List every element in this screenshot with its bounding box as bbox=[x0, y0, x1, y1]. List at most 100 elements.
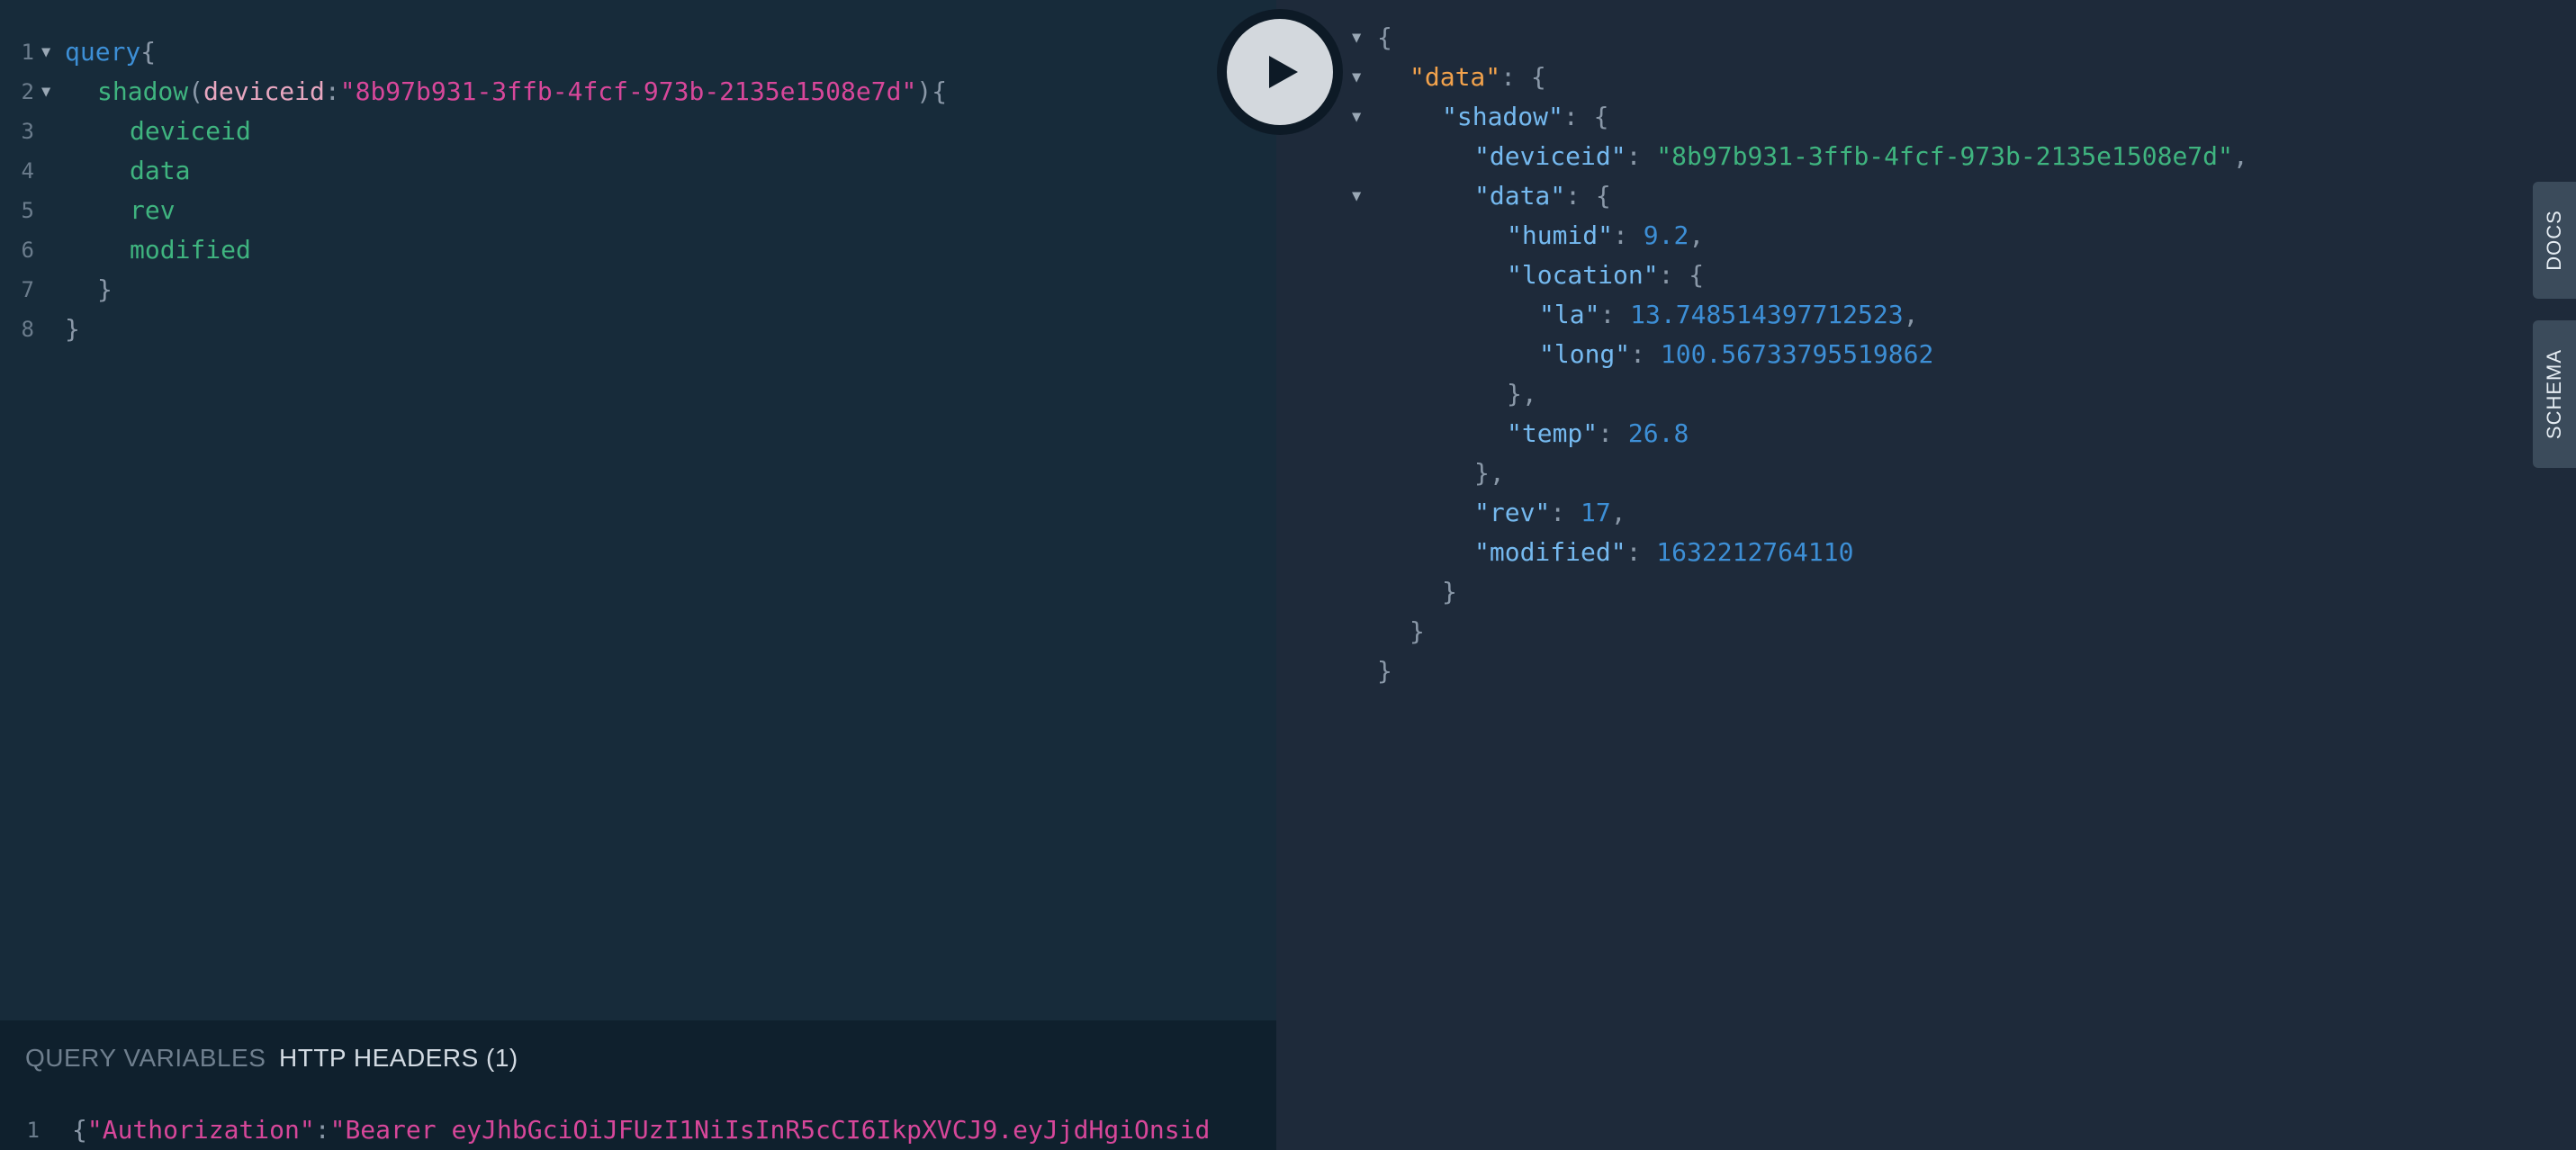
arg-value: "8b97b931-3ffb-4fcf-973b-2135e1508e7d" bbox=[339, 76, 917, 106]
json-line-shadow: "shadow": { bbox=[1442, 97, 1608, 137]
schema-tab[interactable]: SCHEMA bbox=[2533, 320, 2576, 468]
json-open-brace: { bbox=[1593, 102, 1609, 131]
open-brace: { bbox=[140, 37, 157, 67]
json-colon: : bbox=[1565, 181, 1596, 211]
close-brace: } bbox=[65, 314, 80, 344]
json-key-modified: "modified" bbox=[1474, 537, 1626, 567]
run-query-button[interactable] bbox=[1217, 9, 1343, 135]
http-headers-editor[interactable]: {"Authorization":"Bearer eyJhbGciOiJFUzI… bbox=[0, 1112, 1276, 1148]
json-key-inner-data: "data" bbox=[1474, 181, 1566, 211]
json-open-brace: { bbox=[1530, 62, 1546, 92]
play-icon bbox=[1269, 56, 1298, 88]
shadow-field: shadow bbox=[97, 76, 189, 106]
close-brace: } bbox=[97, 274, 113, 304]
json-open: { bbox=[1377, 22, 1392, 52]
line-number: 6 bbox=[21, 238, 34, 263]
json-colon: : bbox=[1630, 339, 1661, 369]
json-colon: : bbox=[1626, 537, 1657, 567]
json-line-inner-data: "data": { bbox=[1474, 176, 1611, 216]
json-colon: : bbox=[1598, 418, 1628, 448]
query-editor[interactable]: 1 ▼ query{ 2 ▼ shadow(deviceid:"8b97b931… bbox=[0, 0, 1276, 1150]
json-colon: : bbox=[1500, 62, 1531, 92]
field-modified: modified bbox=[130, 235, 251, 265]
field-data: data bbox=[130, 156, 191, 185]
fold-arrow-icon[interactable]: ▼ bbox=[1352, 58, 1361, 97]
json-comma: , bbox=[1610, 498, 1626, 527]
json-close-data: } bbox=[1410, 616, 1425, 646]
json-close-inner-data: }, bbox=[1474, 458, 1505, 488]
json-key-rev: "rev" bbox=[1474, 498, 1551, 527]
json-key-deviceid: "deviceid" bbox=[1474, 141, 1626, 171]
fold-arrow-icon[interactable]: ▼ bbox=[41, 72, 50, 112]
json-close-root: } bbox=[1377, 656, 1392, 686]
json-colon: : bbox=[1658, 260, 1689, 290]
json-key-location: "location" bbox=[1507, 260, 1659, 290]
json-open-brace: { bbox=[1689, 260, 1705, 290]
json-colon: : bbox=[1626, 141, 1657, 171]
json-colon: : bbox=[1550, 498, 1581, 527]
line-number: 4 bbox=[21, 158, 34, 184]
json-key-la: "la" bbox=[1539, 300, 1600, 329]
open-brace: { bbox=[932, 76, 948, 106]
json-line-humid: "humid": 9.2, bbox=[1507, 216, 1704, 256]
fold-arrow-icon[interactable]: ▼ bbox=[1352, 176, 1361, 216]
schema-tab-label: SCHEMA bbox=[2543, 348, 2565, 440]
result-panel: ▼ { ▼ "data": { ▼ "shadow": { "deviceid"… bbox=[1276, 0, 2576, 1150]
json-line-rev: "rev": 17, bbox=[1474, 493, 1626, 533]
json-line-data: "data": { bbox=[1410, 58, 1546, 97]
header-key: "Authorization" bbox=[86, 1115, 315, 1145]
json-colon: : bbox=[1563, 102, 1594, 131]
fold-arrow-icon[interactable]: ▼ bbox=[41, 32, 50, 72]
colon: : bbox=[324, 76, 340, 106]
json-close-shadow: } bbox=[1442, 577, 1457, 606]
json-key-data: "data" bbox=[1410, 62, 1501, 92]
line-number: 7 bbox=[21, 277, 34, 302]
json-value-modified: 1632212764110 bbox=[1656, 537, 1854, 567]
json-key-shadow: "shadow" bbox=[1442, 102, 1563, 131]
json-value-la: 13.748514397712523 bbox=[1630, 300, 1904, 329]
query-keyword: query bbox=[65, 37, 141, 67]
json-line-temp: "temp": 26.8 bbox=[1507, 414, 1689, 454]
json-line-la: "la": 13.748514397712523, bbox=[1539, 295, 1918, 335]
fold-arrow-icon[interactable]: ▼ bbox=[1352, 97, 1361, 137]
json-comma: , bbox=[1689, 220, 1705, 250]
line-number: 5 bbox=[21, 198, 34, 223]
json-comma: , bbox=[1903, 300, 1919, 329]
json-close-location: }, bbox=[1507, 379, 1537, 409]
json-colon: : bbox=[1613, 220, 1644, 250]
json-open-brace: { bbox=[1595, 181, 1611, 211]
docs-tab[interactable]: DOCS bbox=[2533, 182, 2576, 299]
json-value-temp: 26.8 bbox=[1627, 418, 1689, 448]
paren-close: ) bbox=[916, 76, 932, 106]
json-line-long: "long": 100.56733795519862 bbox=[1539, 335, 1933, 374]
json-colon: : bbox=[1599, 300, 1631, 329]
header-colon: : bbox=[314, 1115, 330, 1145]
json-key-long: "long" bbox=[1539, 339, 1631, 369]
header-value: "Bearer eyJhbGciOiJFUzI1NiIsInR5cCI6IkpX… bbox=[329, 1115, 1211, 1145]
json-key-temp: "temp" bbox=[1507, 418, 1599, 448]
arg-name: deviceid bbox=[203, 76, 325, 106]
line-number: 3 bbox=[21, 119, 34, 144]
json-line-deviceid: "deviceid": "8b97b931-3ffb-4fcf-973b-213… bbox=[1474, 137, 2248, 176]
json-key-humid: "humid" bbox=[1507, 220, 1614, 250]
tab-http-headers[interactable]: HTTP HEADERS (1) bbox=[279, 1044, 518, 1073]
code-line-2: shadow(deviceid:"8b97b931-3ffb-4fcf-973b… bbox=[97, 72, 947, 112]
fold-arrow-icon[interactable]: ▼ bbox=[1352, 18, 1361, 58]
line-number: 1 bbox=[21, 40, 34, 65]
paren-open: ( bbox=[188, 76, 204, 106]
docs-tab-label: DOCS bbox=[2543, 210, 2565, 271]
json-line-modified: "modified": 1632212764110 bbox=[1474, 533, 1853, 572]
json-line-location: "location": { bbox=[1507, 256, 1704, 295]
json-value-rev: 17 bbox=[1581, 498, 1611, 527]
tab-query-variables[interactable]: QUERY VARIABLES bbox=[25, 1044, 266, 1073]
line-number: 2 bbox=[21, 79, 34, 104]
json-value-deviceid: "8b97b931-3ffb-4fcf-973b-2135e1508e7d" bbox=[1656, 141, 2233, 171]
json-comma: , bbox=[2232, 141, 2248, 171]
run-button-face bbox=[1227, 19, 1333, 125]
field-deviceid: deviceid bbox=[130, 116, 251, 146]
field-rev: rev bbox=[130, 195, 176, 225]
line-number: 8 bbox=[21, 317, 34, 342]
code-line-1: query{ bbox=[65, 32, 156, 72]
json-value-humid: 9.2 bbox=[1643, 220, 1689, 250]
json-value-long: 100.56733795519862 bbox=[1660, 339, 1934, 369]
